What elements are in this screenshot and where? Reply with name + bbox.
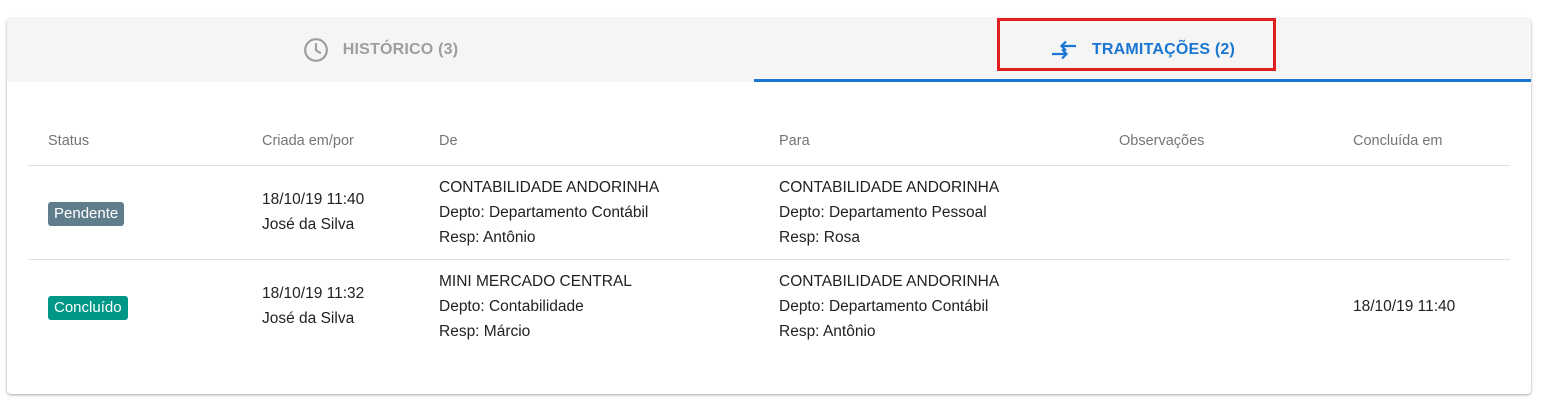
tab-historico[interactable]: HISTÓRICO (3) — [7, 18, 754, 82]
row-divider — [28, 259, 1510, 260]
header-para: Para — [779, 133, 810, 149]
para-cell: CONTABILIDADE ANDORINHA Depto: Departame… — [779, 175, 999, 250]
status-badge: Pendente — [48, 202, 125, 226]
para-cell: CONTABILIDADE ANDORINHA Depto: Departame… — [779, 269, 999, 344]
para-depto: Depto: Departamento Pessoal — [779, 204, 987, 221]
tramitacoes-card: HISTÓRICO (3) TRAMITAÇÕES (2) Status Cri… — [7, 18, 1531, 394]
para-resp: Resp: Rosa — [779, 229, 860, 246]
para-empresa: CONTABILIDADE ANDORINHA — [779, 273, 1000, 290]
de-cell: CONTABILIDADE ANDORINHA Depto: Departame… — [439, 175, 659, 250]
active-tab-indicator — [754, 79, 1531, 82]
criada-cell: 18/10/19 11:40 José da Silva — [262, 187, 364, 237]
tab-tramitacoes[interactable]: TRAMITAÇÕES (2) — [754, 18, 1531, 82]
criada-data: 18/10/19 11:32 — [262, 285, 365, 302]
de-empresa: CONTABILIDADE ANDORINHA — [439, 179, 660, 196]
concluida-cell: 18/10/19 11:40 — [1353, 298, 1456, 315]
header-de: De — [439, 133, 458, 149]
de-resp: Resp: Márcio — [439, 323, 531, 340]
de-resp: Resp: Antônio — [439, 229, 536, 246]
swap-arrows-icon — [1050, 39, 1078, 61]
tab-historico-label: HISTÓRICO (3) — [342, 41, 459, 58]
criada-data: 18/10/19 11:40 — [262, 191, 365, 208]
para-depto: Depto: Departamento Contábil — [779, 298, 989, 315]
criada-por: José da Silva — [262, 216, 355, 233]
de-empresa: MINI MERCADO CENTRAL — [439, 273, 632, 290]
de-depto: Depto: Departamento Contábil — [439, 204, 649, 221]
header-status: Status — [48, 133, 90, 149]
header-divider — [28, 165, 1510, 166]
de-depto: Depto: Contabilidade — [439, 298, 584, 315]
criada-cell: 18/10/19 11:32 José da Silva — [262, 281, 364, 331]
para-empresa: CONTABILIDADE ANDORINHA — [779, 179, 1000, 196]
criada-por: José da Silva — [262, 310, 355, 327]
tab-bar: HISTÓRICO (3) TRAMITAÇÕES (2) — [7, 18, 1531, 82]
status-badge: Concluído — [48, 296, 128, 320]
header-concluida: Concluída em — [1353, 133, 1443, 149]
clock-icon — [303, 37, 329, 63]
tab-tramitacoes-label: TRAMITAÇÕES (2) — [1091, 41, 1236, 58]
de-cell: MINI MERCADO CENTRAL Depto: Contabilidad… — [439, 269, 632, 344]
header-criada: Criada em/por — [262, 133, 354, 149]
header-observacoes: Observações — [1119, 133, 1205, 149]
para-resp: Resp: Antônio — [779, 323, 876, 340]
